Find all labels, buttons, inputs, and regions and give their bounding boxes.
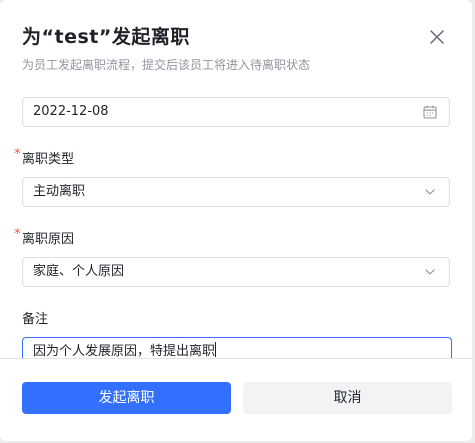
resignation-date-picker[interactable]: 2022-12-08 xyxy=(22,97,450,127)
resignation-type-select[interactable]: 主动离职 xyxy=(22,177,450,207)
resignation-reason-label-text: 离职原因 xyxy=(22,232,75,247)
footer-divider xyxy=(0,358,472,359)
required-mark: * xyxy=(14,227,21,242)
submit-resignation-button[interactable]: 发起离职 xyxy=(22,382,231,414)
resignation-type-label-text: 离职类型 xyxy=(22,152,75,167)
resignation-date-value: 2022-12-08 xyxy=(33,104,109,119)
resignation-dialog: 为“test”发起离职 为员工发起离职流程，提交后该员工将进入待离职状态 202… xyxy=(0,0,472,441)
resignation-type-value: 主动离职 xyxy=(33,184,86,199)
remark-label: 备注 xyxy=(22,312,49,327)
resignation-type-label: * 离职类型 xyxy=(14,147,75,167)
close-icon xyxy=(430,30,444,44)
resignation-reason-value: 家庭、个人原因 xyxy=(33,264,125,279)
resignation-reason-select[interactable]: 家庭、个人原因 xyxy=(22,257,450,287)
dialog-subtitle: 为员工发起离职流程，提交后该员工将进入待离职状态 xyxy=(22,58,311,72)
cancel-button[interactable]: 取消 xyxy=(243,382,452,414)
chevron-down-icon xyxy=(425,189,435,195)
remark-value: 因为个人发展原因，特提出离职 xyxy=(33,344,216,359)
required-mark: * xyxy=(14,147,21,162)
calendar-icon xyxy=(423,105,437,119)
remark-textarea[interactable]: 因为个人发展原因，特提出离职 xyxy=(22,337,452,359)
chevron-down-icon xyxy=(425,269,435,275)
text-caret xyxy=(215,342,217,357)
close-button[interactable] xyxy=(426,26,448,48)
resignation-reason-label: * 离职原因 xyxy=(14,227,75,247)
dialog-title: 为“test”发起离职 xyxy=(22,26,190,48)
